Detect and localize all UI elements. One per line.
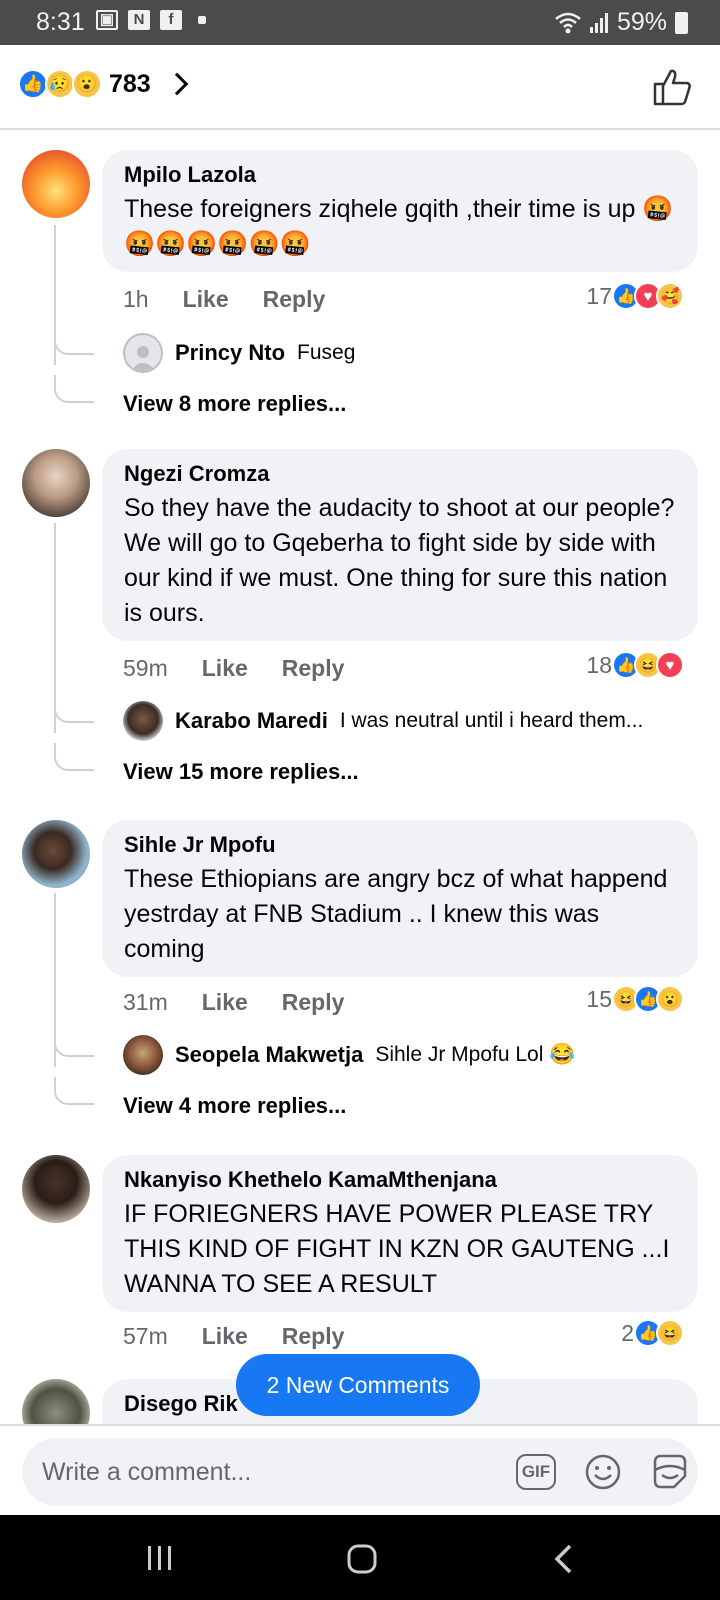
like-button[interactable]: Like [202, 989, 248, 1016]
reply-button[interactable]: Reply [282, 655, 345, 682]
facebook-notification-icon: f [160, 10, 182, 30]
comment-reactions[interactable]: 2 👍 😆 [621, 1319, 684, 1347]
comment-composer: Write a comment... GIF [0, 1424, 720, 1515]
new-comments-button[interactable]: 2 New Comments [236, 1354, 480, 1416]
status-bar: 8:31 ▣ N f 59% [0, 0, 720, 45]
like-button[interactable]: Like [202, 1323, 248, 1350]
haha-reaction-icon: 😆 [656, 1319, 684, 1347]
reply-avatar[interactable] [123, 333, 163, 373]
status-time: 8:31 [36, 8, 85, 36]
comment-bubble[interactable]: Mpilo Lazola These foreigners ziqhele gq… [102, 150, 698, 272]
comment-time: 57m [123, 1323, 168, 1349]
comment-author[interactable]: Ngezi Cromza [124, 461, 678, 487]
battery-percent: 59% [616, 8, 667, 36]
reply-text: Sihle Jr Mpofu Lol 😂 [375, 1043, 576, 1066]
comments-sheet: 👍 😥 😮 783 Mpilo Lazola These foreigners … [0, 45, 720, 1515]
view-more-replies[interactable]: View 15 more replies... [123, 759, 359, 785]
reply-author[interactable]: Seopela Makwetja [175, 1042, 363, 1068]
n-notification-icon: N [128, 10, 150, 30]
comment-reactions[interactable]: 15 😆 👍 😮 [586, 985, 684, 1013]
signal-icon [589, 12, 608, 33]
recent-apps-icon[interactable] [145, 1543, 175, 1573]
reply-button[interactable]: Reply [282, 989, 345, 1016]
comment-placeholder: Write a comment... [42, 1457, 252, 1486]
reply-preview[interactable]: Princy Nto Fuseg [123, 333, 355, 373]
comment-text: These Ethiopians are angry bcz of what h… [124, 865, 668, 963]
back-icon[interactable] [552, 1543, 576, 1575]
chevron-right-icon [165, 72, 189, 96]
love-reaction-icon: ♥ [656, 651, 684, 679]
comment-author[interactable]: Nkanyiso Khethelo KamaMthenjana [124, 1167, 678, 1193]
reactions-header: 👍 😥 😮 783 [0, 45, 720, 130]
reply-preview[interactable]: Karabo Maredi I was neutral until i hear… [123, 701, 643, 741]
default-user-icon [131, 346, 155, 371]
view-more-replies[interactable]: View 4 more replies... [123, 1093, 346, 1119]
reply-preview[interactable]: Seopela Makwetja Sihle Jr Mpofu Lol 😂 [123, 1035, 575, 1075]
sad-reaction-icon: 😥 [45, 69, 75, 99]
reply-text: I was neutral until i heard them... [339, 709, 644, 732]
avatar[interactable] [22, 820, 90, 888]
comment-time: 59m [123, 655, 168, 681]
thread-connector [54, 743, 94, 771]
comment-time: 1h [123, 286, 149, 312]
comment-bubble[interactable]: Nkanyiso Khethelo KamaMthenjana IF FORIE… [102, 1155, 698, 1312]
reaction-count: 783 [109, 69, 151, 98]
more-notifications-dot [198, 16, 206, 24]
avatar[interactable] [22, 449, 90, 517]
comment-author[interactable]: Mpilo Lazola [124, 162, 678, 188]
wifi-icon [555, 12, 581, 33]
reply-button[interactable]: Reply [263, 286, 326, 313]
reactions-summary[interactable]: 👍 😥 😮 783 [18, 69, 189, 99]
avatar[interactable] [22, 1155, 90, 1223]
comment-author[interactable]: Sihle Jr Mpofu [124, 832, 678, 858]
thread-connector [54, 695, 94, 723]
reply-avatar[interactable] [123, 1035, 163, 1075]
reply-author[interactable]: Karabo Maredi [175, 708, 328, 734]
comment-reactions[interactable]: 18 👍 😆 ♥ [586, 651, 684, 679]
comment-bubble[interactable]: Ngezi Cromza So they have the audacity t… [102, 449, 698, 641]
wow-reaction-icon: 😮 [72, 69, 102, 99]
gallery-notification-icon: ▣ [96, 10, 118, 30]
emoji-icon[interactable] [584, 1453, 622, 1491]
wow-reaction-icon: 😮 [656, 985, 684, 1013]
comment-bubble[interactable]: Sihle Jr Mpofu These Ethiopians are angr… [102, 820, 698, 977]
avatar[interactable] [22, 150, 90, 218]
gif-icon[interactable]: GIF [516, 1454, 556, 1490]
view-more-replies[interactable]: View 8 more replies... [123, 391, 346, 417]
like-button[interactable]: Like [202, 655, 248, 682]
thread-connector [54, 1077, 94, 1105]
reply-avatar[interactable] [123, 701, 163, 741]
like-reaction-icon: 👍 [18, 69, 48, 99]
comment-time: 31m [123, 989, 168, 1015]
home-icon[interactable] [346, 1543, 378, 1575]
thread-connector [54, 375, 94, 403]
system-nav-bar [0, 1515, 720, 1600]
thread-connector [54, 327, 94, 355]
thread-connector [54, 1029, 94, 1057]
care-reaction-icon: 🥰 [656, 282, 684, 310]
comment-text: So they have the audacity to shoot at ou… [124, 494, 675, 627]
battery-icon [675, 11, 688, 34]
comment-reactions[interactable]: 17 👍 ♥ 🥰 [586, 282, 684, 310]
reply-text: Fuseg [297, 341, 356, 364]
like-button[interactable]: Like [183, 286, 229, 313]
comment-text: These foreigners ziqhele gqith ,their ti… [124, 195, 636, 223]
sticker-icon[interactable] [650, 1452, 690, 1492]
like-post-icon[interactable] [652, 67, 692, 107]
reply-button[interactable]: Reply [282, 1323, 345, 1350]
reply-author[interactable]: Princy Nto [175, 340, 285, 366]
comment-text: IF FORIEGNERS HAVE POWER PLEASE TRY THIS… [124, 1200, 670, 1298]
